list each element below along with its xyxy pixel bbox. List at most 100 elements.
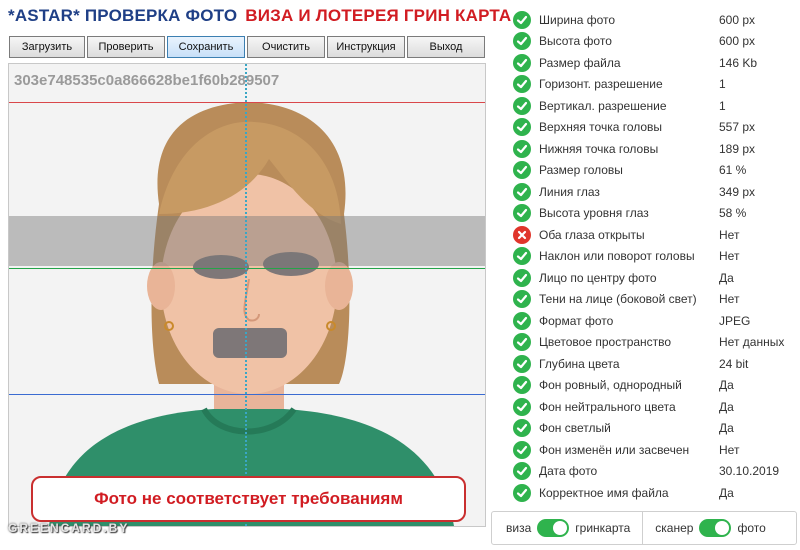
instruction-button[interactable]: Инструкция <box>327 36 405 58</box>
check-row: Корректное имя файла Да <box>497 482 795 504</box>
check-value: Да <box>719 378 734 393</box>
visa-greencard-toggle[interactable] <box>537 519 570 537</box>
check-row: Цветовое пространство Нет данных <box>497 332 795 354</box>
check-row: Лицо по центру фото Да <box>497 267 795 289</box>
check-label: Горизонт. разрешение <box>539 77 663 92</box>
check-label: Размер файла <box>539 55 621 70</box>
check-label: Фон ровный, однородный <box>539 378 682 393</box>
check-row: Высота фото 600 px <box>497 31 795 53</box>
top-guide-line <box>9 102 485 103</box>
scanner-photo-toggle[interactable] <box>699 519 732 537</box>
check-ok-icon <box>513 10 531 29</box>
check-ok-icon <box>513 53 531 72</box>
check-row: Фон светлый Да <box>497 418 795 440</box>
check-row: Горизонт. разрешение 1 <box>497 74 795 96</box>
check-value: 30.10.2019 <box>719 464 780 479</box>
check-label: Размер головы <box>539 163 623 178</box>
check-value: Нет данных <box>719 335 785 350</box>
check-row: Оба глаза открыты Нет <box>497 224 795 246</box>
check-ok-icon <box>513 139 531 158</box>
check-ok-icon <box>513 161 531 180</box>
photo-hash: 303e748535c0a866628be1f60b289507 <box>14 72 280 89</box>
check-value: 1 <box>719 77 726 92</box>
check-label: Фон нейтрального цвета <box>539 399 676 414</box>
check-row: Фон изменён или засвечен Нет <box>497 439 795 461</box>
photo-label: фото <box>737 521 766 535</box>
eye-line <box>9 268 485 269</box>
app-title-part1: *ASTAR* ПРОВЕРКА ФОТО <box>8 6 238 25</box>
check-row: Размер головы 61 % <box>497 160 795 182</box>
check-value: Нет <box>719 227 740 242</box>
check-value: 349 px <box>719 184 756 199</box>
check-label: Ширина фото <box>539 12 616 27</box>
check-label: Оба глаза открыты <box>539 227 645 242</box>
check-value: Да <box>719 421 734 436</box>
check-button[interactable]: Проверить <box>87 36 165 58</box>
greencard-label: гринкарта <box>575 521 631 535</box>
check-ok-icon <box>513 311 531 330</box>
check-value: Да <box>719 485 734 500</box>
check-ok-icon <box>513 96 531 115</box>
photo-preview[interactable]: 303e748535c0a866628be1f60b289507 Фото не… <box>8 63 486 527</box>
check-label: Цветовое пространство <box>539 335 672 350</box>
eye-zone-band <box>9 216 485 266</box>
exit-button[interactable]: Выход <box>407 36 485 58</box>
watermark: GREENCARD.BY <box>8 521 130 535</box>
check-ok-icon <box>513 204 531 223</box>
check-value: Нет <box>719 442 740 457</box>
load-button[interactable]: Загрузить <box>9 36 85 58</box>
check-row: Размер файла 146 Kb <box>497 52 795 74</box>
mode-switches: виза гринкарта сканер фото <box>491 511 797 545</box>
check-label: Лицо по центру фото <box>539 270 657 285</box>
check-value: 189 px <box>719 141 756 156</box>
check-row: Ширина фото 600 px <box>497 9 795 31</box>
check-row: Формат фото JPEG <box>497 310 795 332</box>
check-row: Высота уровня глаз 58 % <box>497 203 795 225</box>
check-ok-icon <box>513 397 531 416</box>
check-ok-icon <box>513 462 531 481</box>
check-label: Дата фото <box>539 464 598 479</box>
check-label: Глубина цвета <box>539 356 620 371</box>
check-value: Нет <box>719 249 740 264</box>
check-label: Верхняя точка головы <box>539 120 663 135</box>
check-ok-icon <box>513 419 531 438</box>
portrait-image <box>9 64 485 526</box>
check-ok-icon <box>513 376 531 395</box>
check-ok-icon <box>513 247 531 266</box>
toolbar: Загрузить Проверить Сохранить Очистить И… <box>9 36 485 58</box>
check-ok-icon <box>513 354 531 373</box>
check-value: 61 % <box>719 163 747 178</box>
check-ok-icon <box>513 268 531 287</box>
check-row: Фон ровный, однородный Да <box>497 375 795 397</box>
save-button[interactable]: Сохранить <box>167 36 245 58</box>
clear-button[interactable]: Очистить <box>247 36 325 58</box>
check-ok-icon <box>513 290 531 309</box>
chin-guide-line <box>9 394 485 395</box>
check-row: Линия глаз 349 px <box>497 181 795 203</box>
check-row: Верхняя точка головы 557 px <box>497 117 795 139</box>
divider <box>642 511 644 545</box>
checks-panel: Ширина фото 600 px Высота фото 600 px Размер… <box>497 9 795 509</box>
check-label: Вертикал. разрешение <box>539 98 667 113</box>
check-label: Формат фото <box>539 313 614 328</box>
check-value: Нет <box>719 292 740 307</box>
check-ok-icon <box>513 333 531 352</box>
check-label: Корректное имя файла <box>539 485 669 500</box>
check-label: Нижняя точка головы <box>539 141 659 156</box>
check-value: Да <box>719 270 734 285</box>
check-label: Линия глаз <box>539 184 600 199</box>
app-title: *ASTAR* ПРОВЕРКА ФОТО ВИЗА И ЛОТЕРЕЯ ГРИН… <box>8 6 511 26</box>
check-ok-icon <box>513 118 531 137</box>
check-ok-icon <box>513 75 531 94</box>
check-row: Наклон или поворот головы Нет <box>497 246 795 268</box>
check-label: Высота уровня глаз <box>539 206 649 221</box>
check-row: Вертикал. разрешение 1 <box>497 95 795 117</box>
check-value: 557 px <box>719 120 756 135</box>
check-value: 1 <box>719 98 726 113</box>
check-row: Тени на лице (боковой свет) Нет <box>497 289 795 311</box>
check-ok-icon <box>513 440 531 459</box>
check-value: 600 px <box>719 34 756 49</box>
check-ok-icon <box>513 483 531 502</box>
check-value: Да <box>719 399 734 414</box>
check-row: Дата фото 30.10.2019 <box>497 461 795 483</box>
